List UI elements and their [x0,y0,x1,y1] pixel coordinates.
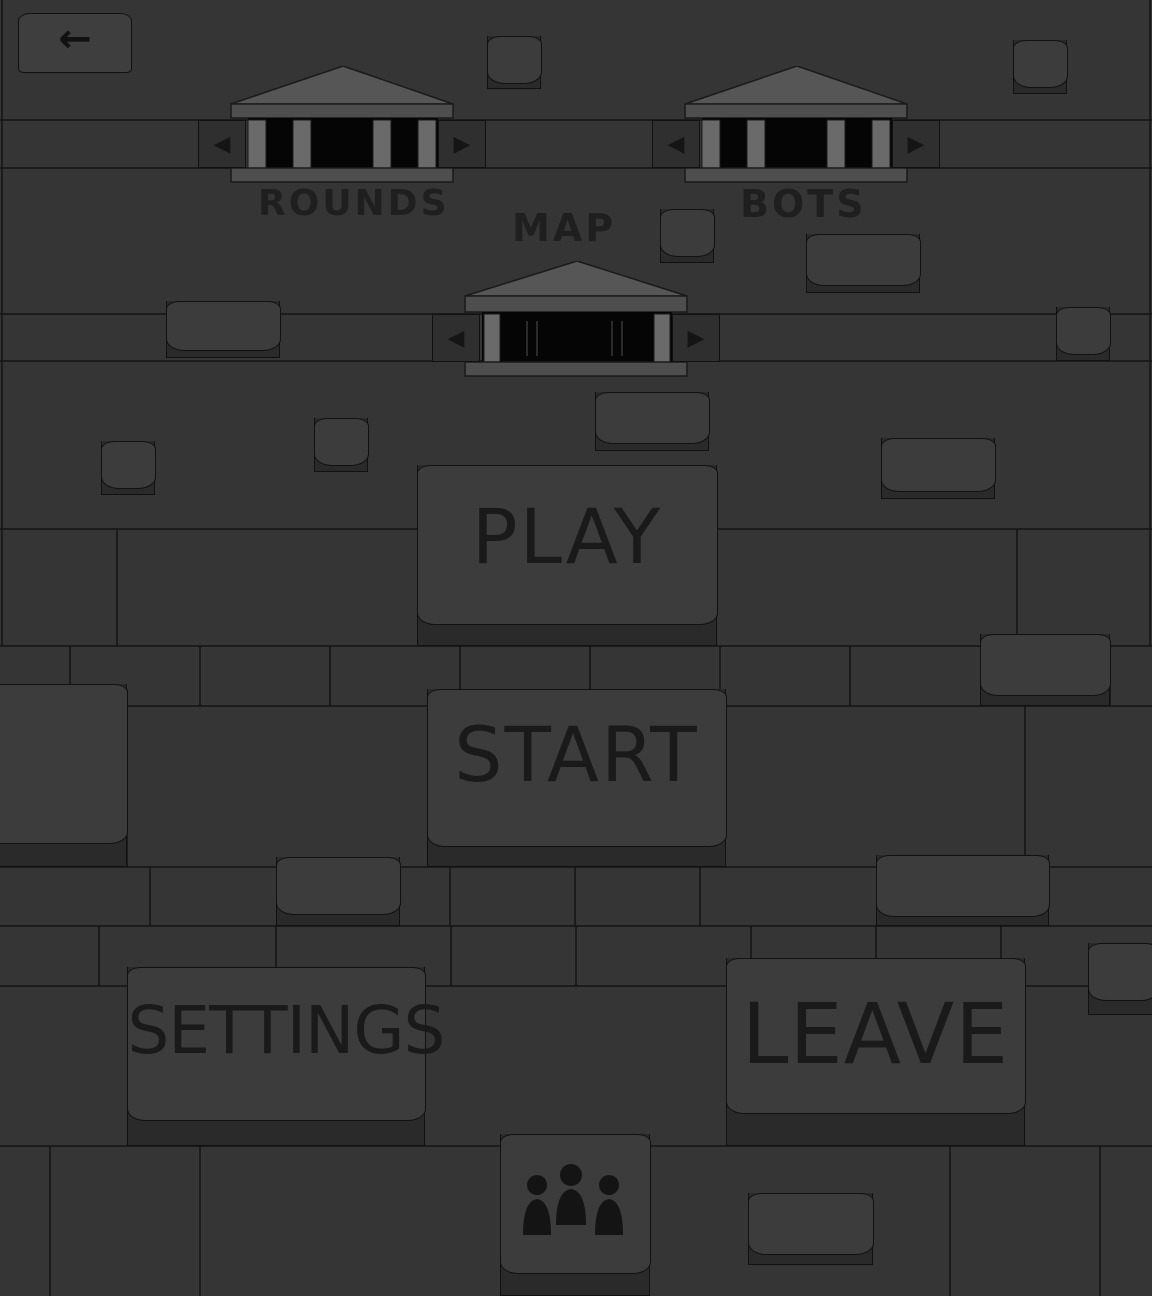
back-button[interactable]: ← [18,13,132,73]
players-icon [522,1164,623,1235]
leave-button[interactable]: LEAVE [725,958,1026,1146]
decor-stone [1012,40,1068,94]
bots-decrease-button[interactable]: ◀ [652,120,700,168]
decor-stone [165,301,281,358]
decor-stone [313,418,369,472]
decor-stone [594,392,710,451]
decor-stone [880,438,996,499]
rounds-increase-button[interactable]: ▶ [438,120,486,168]
players-button[interactable] [499,1134,651,1296]
decor-stone [486,36,542,89]
map-label: MAP [512,206,617,250]
triangle-left-icon: ◀ [213,131,231,157]
rounds-label: ROUNDS [258,183,450,224]
decor-stone [100,441,156,495]
start-button-label: START [454,710,699,799]
triangle-right-icon: ▶ [687,325,705,351]
decor-stone [979,634,1111,706]
decor-stone [747,1193,874,1265]
bots-label: BOTS [740,182,867,226]
play-button-label: PLAY [471,492,663,581]
game-menu-scene: ← ◀ ▶ ROUNDS ◀ ▶ BOTS MAP ◀ ▶ PLAY START… [0,0,1152,1296]
decor-stone [805,234,921,293]
triangle-right-icon: ▶ [453,131,471,157]
rounds-decrease-button[interactable]: ◀ [198,120,246,168]
triangle-left-icon: ◀ [667,131,685,157]
triangle-right-icon: ▶ [907,131,925,157]
map-selector: ◀ ▶ [432,261,722,381]
decor-stone [659,209,715,263]
settings-button-label: SETTINGS [127,992,446,1069]
decor-stone [875,855,1050,926]
start-button[interactable]: START [426,689,727,867]
bots-increase-button[interactable]: ▶ [892,120,940,168]
settings-button[interactable]: SETTINGS [126,967,446,1146]
decor-stone [1055,307,1111,361]
arrow-left-icon: ← [58,16,92,62]
leave-button-label: LEAVE [741,985,1010,1083]
map-previous-button[interactable]: ◀ [432,314,480,362]
triangle-left-icon: ◀ [447,325,465,351]
play-button[interactable]: PLAY [416,465,718,646]
decor-stone [275,857,401,926]
decor-stone [1087,943,1152,1015]
map-next-button[interactable]: ▶ [672,314,720,362]
decor-stone [0,684,128,867]
bots-selector: ◀ ▶ [652,66,942,186]
rounds-selector: ◀ ▶ [198,66,488,186]
